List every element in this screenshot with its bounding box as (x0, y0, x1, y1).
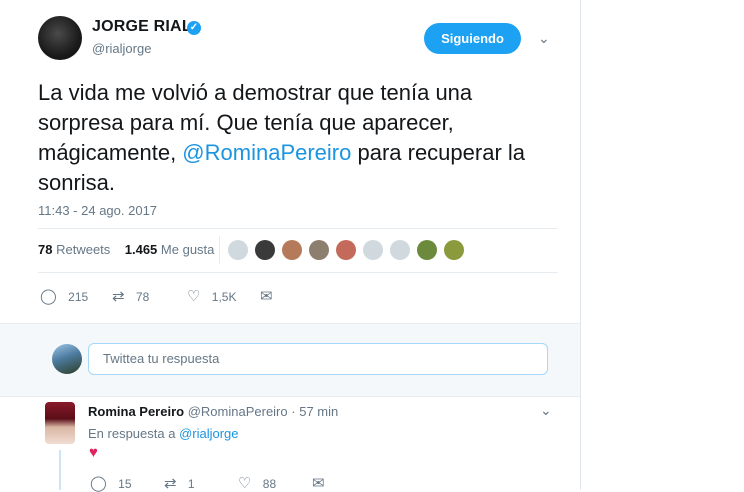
liker-avatar[interactable] (363, 240, 383, 260)
mention-link[interactable]: @RominaPereiro (182, 140, 351, 165)
reply-reply-count: 15 (118, 477, 132, 491)
tweet-text: La vida me volvió a demostrar que tenía … (38, 78, 558, 198)
tweet-stats: 78 Retweets 1.465 Me gusta (38, 242, 214, 257)
tweet-timestamp[interactable]: 11:43 - 24 ago. 2017 (38, 203, 157, 218)
author-handle[interactable]: @rialjorge (92, 41, 151, 56)
heart-icon: ♡ (238, 475, 252, 492)
reply-retweet-action[interactable]: ⇄ 1 (164, 474, 195, 492)
reply-author-avatar[interactable] (45, 402, 75, 444)
liker-avatar[interactable] (417, 240, 437, 260)
retweets-stat[interactable]: 78 Retweets (38, 242, 110, 257)
divider (38, 228, 558, 229)
likes-stat[interactable]: 1.465 Me gusta (125, 242, 215, 257)
liker-avatar[interactable] (390, 240, 410, 260)
message-icon: ✉ (312, 475, 325, 492)
liker-avatar[interactable] (309, 240, 329, 260)
liker-avatar[interactable] (282, 240, 302, 260)
reply-retweet-count: 1 (187, 477, 195, 491)
in-reply-to: En respuesta a @rialjorge (88, 426, 239, 441)
reply-author-name[interactable]: Romina Pereiro (88, 404, 184, 419)
retweet-action[interactable]: ⇄ 78 (112, 287, 149, 305)
retweets-count: 78 (38, 242, 53, 257)
current-user-avatar (52, 344, 82, 374)
reply-like-count: 88 (262, 477, 277, 491)
reply-icon: ◯ (90, 475, 107, 492)
author-avatar[interactable] (38, 16, 82, 60)
message-action[interactable]: ✉ (260, 287, 273, 305)
reply-input[interactable]: Twittea tu respuesta (88, 343, 548, 375)
chevron-down-icon[interactable]: ⌄ (538, 30, 550, 47)
retweets-label: Retweets (56, 242, 111, 257)
retweet-count: 78 (135, 290, 150, 304)
likes-label: Me gusta (160, 242, 215, 257)
retweet-icon: ⇄ (164, 475, 177, 492)
reply-reply-action[interactable]: ◯ 15 (90, 474, 132, 492)
reply-message-action[interactable]: ✉ (312, 474, 325, 492)
thread-line (59, 450, 61, 490)
reply-action[interactable]: ◯ 215 (40, 287, 88, 305)
following-button[interactable]: Siguiendo (424, 23, 521, 54)
reply-author-handle[interactable]: @RominaPereiro (188, 404, 288, 419)
reply-like-action[interactable]: ♡ 88 (238, 474, 276, 492)
reply-header: Romina Pereiro @RominaPereiro · 57 min (88, 404, 339, 419)
reply-count: 215 (68, 290, 89, 304)
liker-avatar[interactable] (336, 240, 356, 260)
heart-emoji: ♥ (89, 444, 98, 461)
divider (219, 236, 220, 264)
retweet-icon: ⇄ (112, 288, 125, 305)
verified-icon: ✓ (187, 21, 201, 35)
chevron-down-icon[interactable]: ⌄ (540, 402, 552, 419)
like-count: 1,5K (211, 290, 237, 304)
liker-avatar[interactable] (228, 240, 248, 260)
liker-avatar[interactable] (444, 240, 464, 260)
in-reply-mention[interactable]: @rialjorge (179, 426, 238, 441)
in-reply-prefix: En respuesta a (88, 426, 180, 441)
likes-count: 1.465 (124, 242, 158, 257)
reply-icon: ◯ (40, 288, 57, 305)
author-name[interactable]: JORGE RIAL (92, 18, 192, 36)
reply-time[interactable]: 57 min (299, 404, 338, 419)
liker-avatar[interactable] (255, 240, 275, 260)
divider (38, 272, 558, 273)
heart-icon: ♡ (187, 288, 201, 305)
like-action[interactable]: ♡ 1,5K (187, 287, 236, 305)
message-icon: ✉ (260, 288, 273, 305)
